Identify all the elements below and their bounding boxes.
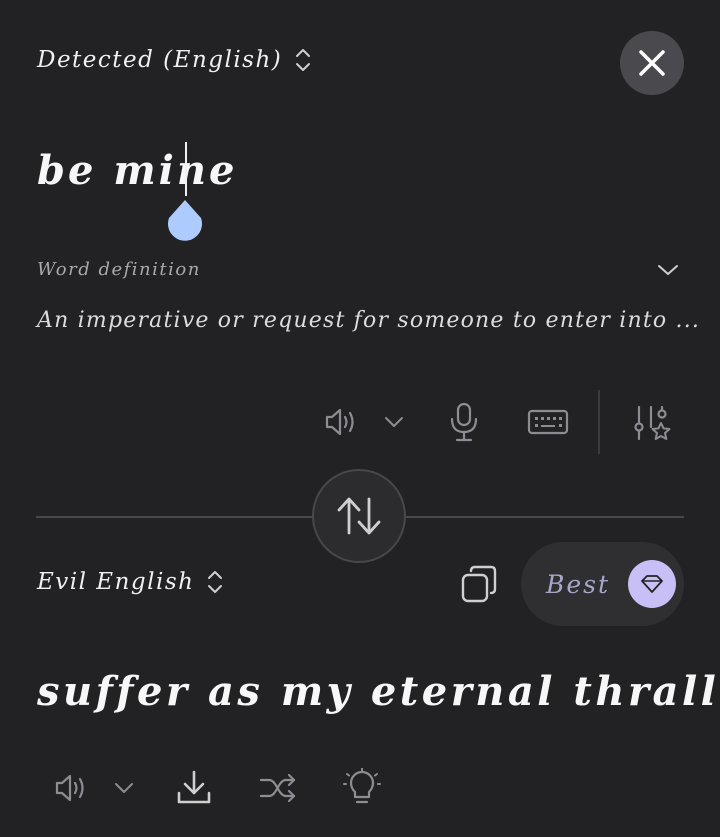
definition-text: An imperative or request for someone to … — [37, 308, 701, 333]
source-speak-button[interactable] — [320, 402, 362, 442]
microphone-icon — [450, 402, 478, 442]
download-icon — [177, 770, 211, 804]
best-mode-label: Best — [546, 569, 611, 599]
lightbulb-icon — [343, 768, 381, 804]
translation-output: suffer as my eternal thrall — [37, 668, 720, 715]
keyboard-icon — [527, 409, 569, 435]
shuffle-icon — [259, 773, 296, 803]
sliders-star-icon — [634, 405, 671, 441]
target-language-label: Evil English — [37, 569, 195, 595]
microphone-button[interactable] — [444, 400, 484, 444]
close-button[interactable] — [620, 31, 684, 95]
target-speech-options-button[interactable] — [110, 776, 138, 800]
settings-button[interactable] — [630, 402, 672, 444]
chevron-down-icon — [385, 417, 403, 427]
gem-badge — [628, 560, 677, 608]
chevron-down-icon[interactable] — [656, 262, 680, 278]
target-language-selector[interactable]: Evil English — [37, 569, 224, 595]
chevron-up-down-icon — [296, 49, 311, 71]
gem-icon — [641, 575, 663, 593]
text-cursor — [185, 142, 187, 196]
keyboard-button[interactable] — [526, 406, 570, 438]
speech-options-button[interactable] — [380, 410, 408, 434]
chevron-down-icon — [115, 783, 133, 793]
shuffle-button[interactable] — [256, 768, 300, 808]
swap-languages-button[interactable] — [312, 469, 406, 563]
lightbulb-button[interactable] — [342, 768, 382, 808]
section-divider-left — [36, 516, 313, 518]
copy-icon — [461, 565, 497, 603]
definition-label: Word definition — [37, 259, 201, 280]
source-language-label: Detected (English) — [37, 47, 283, 73]
cursor-handle[interactable] — [165, 198, 205, 246]
speaker-icon — [55, 774, 84, 802]
close-icon — [639, 50, 665, 76]
source-text-input[interactable]: be mine — [37, 147, 237, 194]
copy-button[interactable] — [458, 563, 500, 605]
target-speak-button[interactable] — [50, 768, 92, 808]
chevron-up-down-icon — [208, 571, 223, 593]
section-divider-right — [406, 516, 684, 518]
download-button[interactable] — [174, 768, 214, 808]
speaker-icon — [325, 408, 354, 436]
toolbar-divider — [598, 390, 600, 454]
source-language-selector[interactable]: Detected (English) — [37, 47, 312, 73]
swap-arrows-icon — [337, 497, 381, 535]
best-mode-button[interactable]: Best — [521, 542, 684, 626]
